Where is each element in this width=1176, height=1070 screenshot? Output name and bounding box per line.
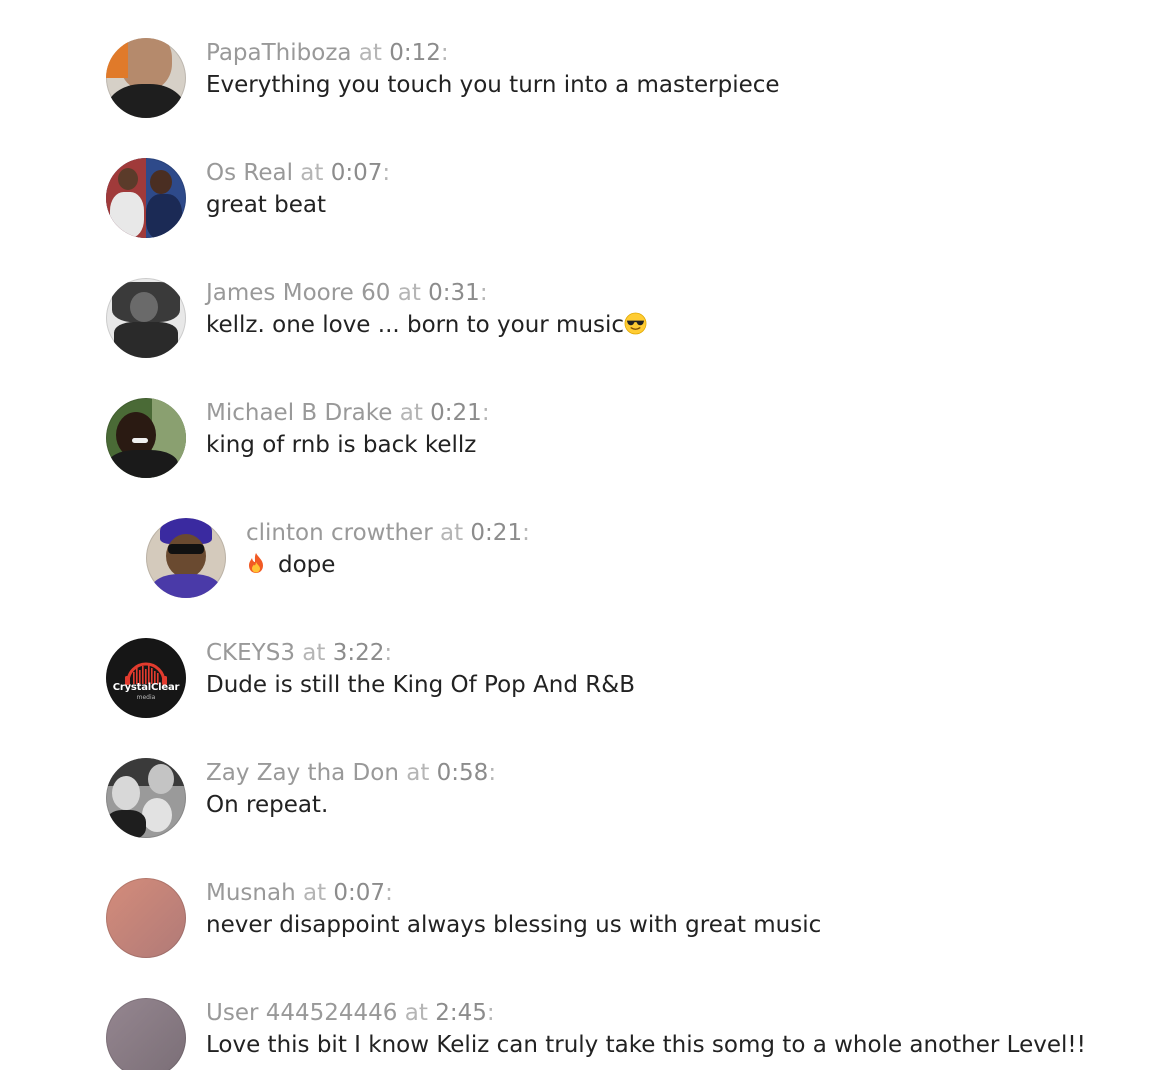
crystal-clear-logo-icon	[125, 662, 167, 685]
comment-at: at	[302, 640, 326, 666]
comment-timestamp[interactable]: 0:07	[333, 880, 385, 906]
comment-at: at	[302, 880, 327, 906]
comment-username[interactable]: Michael B Drake	[206, 400, 392, 426]
comment-meta: Os Real at 0:07:	[206, 158, 390, 188]
comment-timestamp[interactable]: 0:21	[430, 400, 482, 426]
avatar[interactable]	[146, 518, 226, 598]
avatar[interactable]	[106, 758, 186, 838]
comment-meta: Musnah at 0:07:	[206, 878, 821, 908]
comment-text: Dude is still the King Of Pop And R&B	[206, 672, 635, 698]
comment-colon: :	[486, 1000, 495, 1026]
comment-list: PapaThiboza at 0:12: Everything you touc…	[0, 0, 1176, 1070]
logo-text: CrystalClear	[112, 682, 180, 693]
comment-username[interactable]: CKEYS3	[206, 640, 295, 666]
comment-colon: :	[385, 880, 393, 906]
comment-username[interactable]: Musnah	[206, 880, 296, 906]
comment-timestamp[interactable]: 0:58	[437, 760, 489, 786]
comment-timestamp[interactable]: 0:12	[389, 40, 441, 66]
comment-item: PapaThiboza at 0:12: Everything you touc…	[106, 38, 780, 118]
comment-meta: PapaThiboza at 0:12:	[206, 38, 780, 68]
comment-at: at	[404, 1000, 428, 1026]
comment-meta: Zay Zay tha Don at 0:58:	[206, 758, 496, 788]
comment-item: Os Real at 0:07: great beat	[106, 158, 390, 238]
comment-username[interactable]: Zay Zay tha Don	[206, 760, 399, 786]
comment-reply-item: clinton crowther at 0:21: dope	[146, 518, 530, 598]
smiling-face-with-sunglasses-icon	[624, 312, 647, 335]
comment-timestamp[interactable]: 0:31	[428, 280, 480, 306]
comment-username[interactable]: Os Real	[206, 160, 293, 186]
comment-at: at	[439, 520, 464, 546]
comment-meta: James Moore 60 at 0:31:	[206, 278, 647, 308]
comment-meta: CKEYS3 at 3:22:	[206, 638, 635, 668]
comment-username[interactable]: James Moore 60	[206, 280, 390, 306]
comment-colon: :	[522, 520, 530, 546]
avatar[interactable]	[106, 878, 186, 958]
comment-text: king of rnb is back kellz	[206, 432, 477, 458]
comment-item: Musnah at 0:07: never disappoint always …	[106, 878, 821, 958]
comment-at: at	[406, 760, 430, 786]
avatar[interactable]	[106, 398, 186, 478]
avatar[interactable]	[106, 38, 186, 118]
comment-text: kellz. one love ... born to your music	[206, 308, 647, 342]
comment-at: at	[397, 280, 421, 306]
comment-username[interactable]: clinton crowther	[246, 520, 433, 546]
comment-colon: :	[384, 640, 393, 666]
comment-item: Zay Zay tha Don at 0:58: On repeat.	[106, 758, 496, 838]
comment-item: CrystalClear media CKEYS3 at 3:22: Dude …	[106, 638, 635, 718]
comment-meta: Michael B Drake at 0:21:	[206, 398, 490, 428]
comment-colon: :	[382, 160, 391, 186]
comment-username[interactable]: User 444524446	[206, 1000, 397, 1026]
comment-colon: :	[488, 760, 497, 786]
comment-item: User 444524446 at 2:45: Love this bit I …	[106, 998, 1086, 1070]
comment-text: On repeat.	[206, 792, 329, 818]
avatar[interactable]	[106, 998, 186, 1070]
comment-text-content: kellz. one love ... born to your music	[206, 312, 625, 338]
fire-icon	[249, 553, 263, 573]
comment-text: great beat	[206, 192, 326, 218]
comment-username[interactable]: PapaThiboza	[206, 40, 351, 66]
comment-at: at	[300, 160, 324, 186]
comment-at: at	[358, 40, 382, 66]
comment-text: Love this bit I know Keliz can truly tak…	[206, 1032, 1086, 1058]
comment-text: never disappoint always blessing us with…	[206, 912, 822, 938]
avatar[interactable]	[106, 158, 186, 238]
comment-colon: :	[440, 40, 449, 66]
comment-meta: User 444524446 at 2:45:	[206, 998, 1086, 1028]
comment-item: Michael B Drake at 0:21: king of rnb is …	[106, 398, 490, 478]
comment-item: James Moore 60 at 0:31: kellz. one love …	[106, 278, 647, 358]
comment-at: at	[399, 400, 423, 426]
comment-timestamp[interactable]: 0:07	[331, 160, 383, 186]
comment-text: Everything you touch you turn into a mas…	[206, 72, 780, 98]
comment-text-content: dope	[278, 552, 336, 578]
comment-text: dope	[246, 548, 530, 582]
comment-timestamp[interactable]: 0:21	[470, 520, 522, 546]
comment-colon: :	[481, 400, 490, 426]
comment-colon: :	[479, 280, 488, 306]
avatar[interactable]: CrystalClear media	[106, 638, 186, 718]
comment-meta: clinton crowther at 0:21:	[246, 518, 530, 548]
avatar[interactable]	[106, 278, 186, 358]
comment-timestamp[interactable]: 2:45	[435, 1000, 487, 1026]
logo-subtext: media	[136, 694, 156, 701]
comment-timestamp[interactable]: 3:22	[333, 640, 385, 666]
